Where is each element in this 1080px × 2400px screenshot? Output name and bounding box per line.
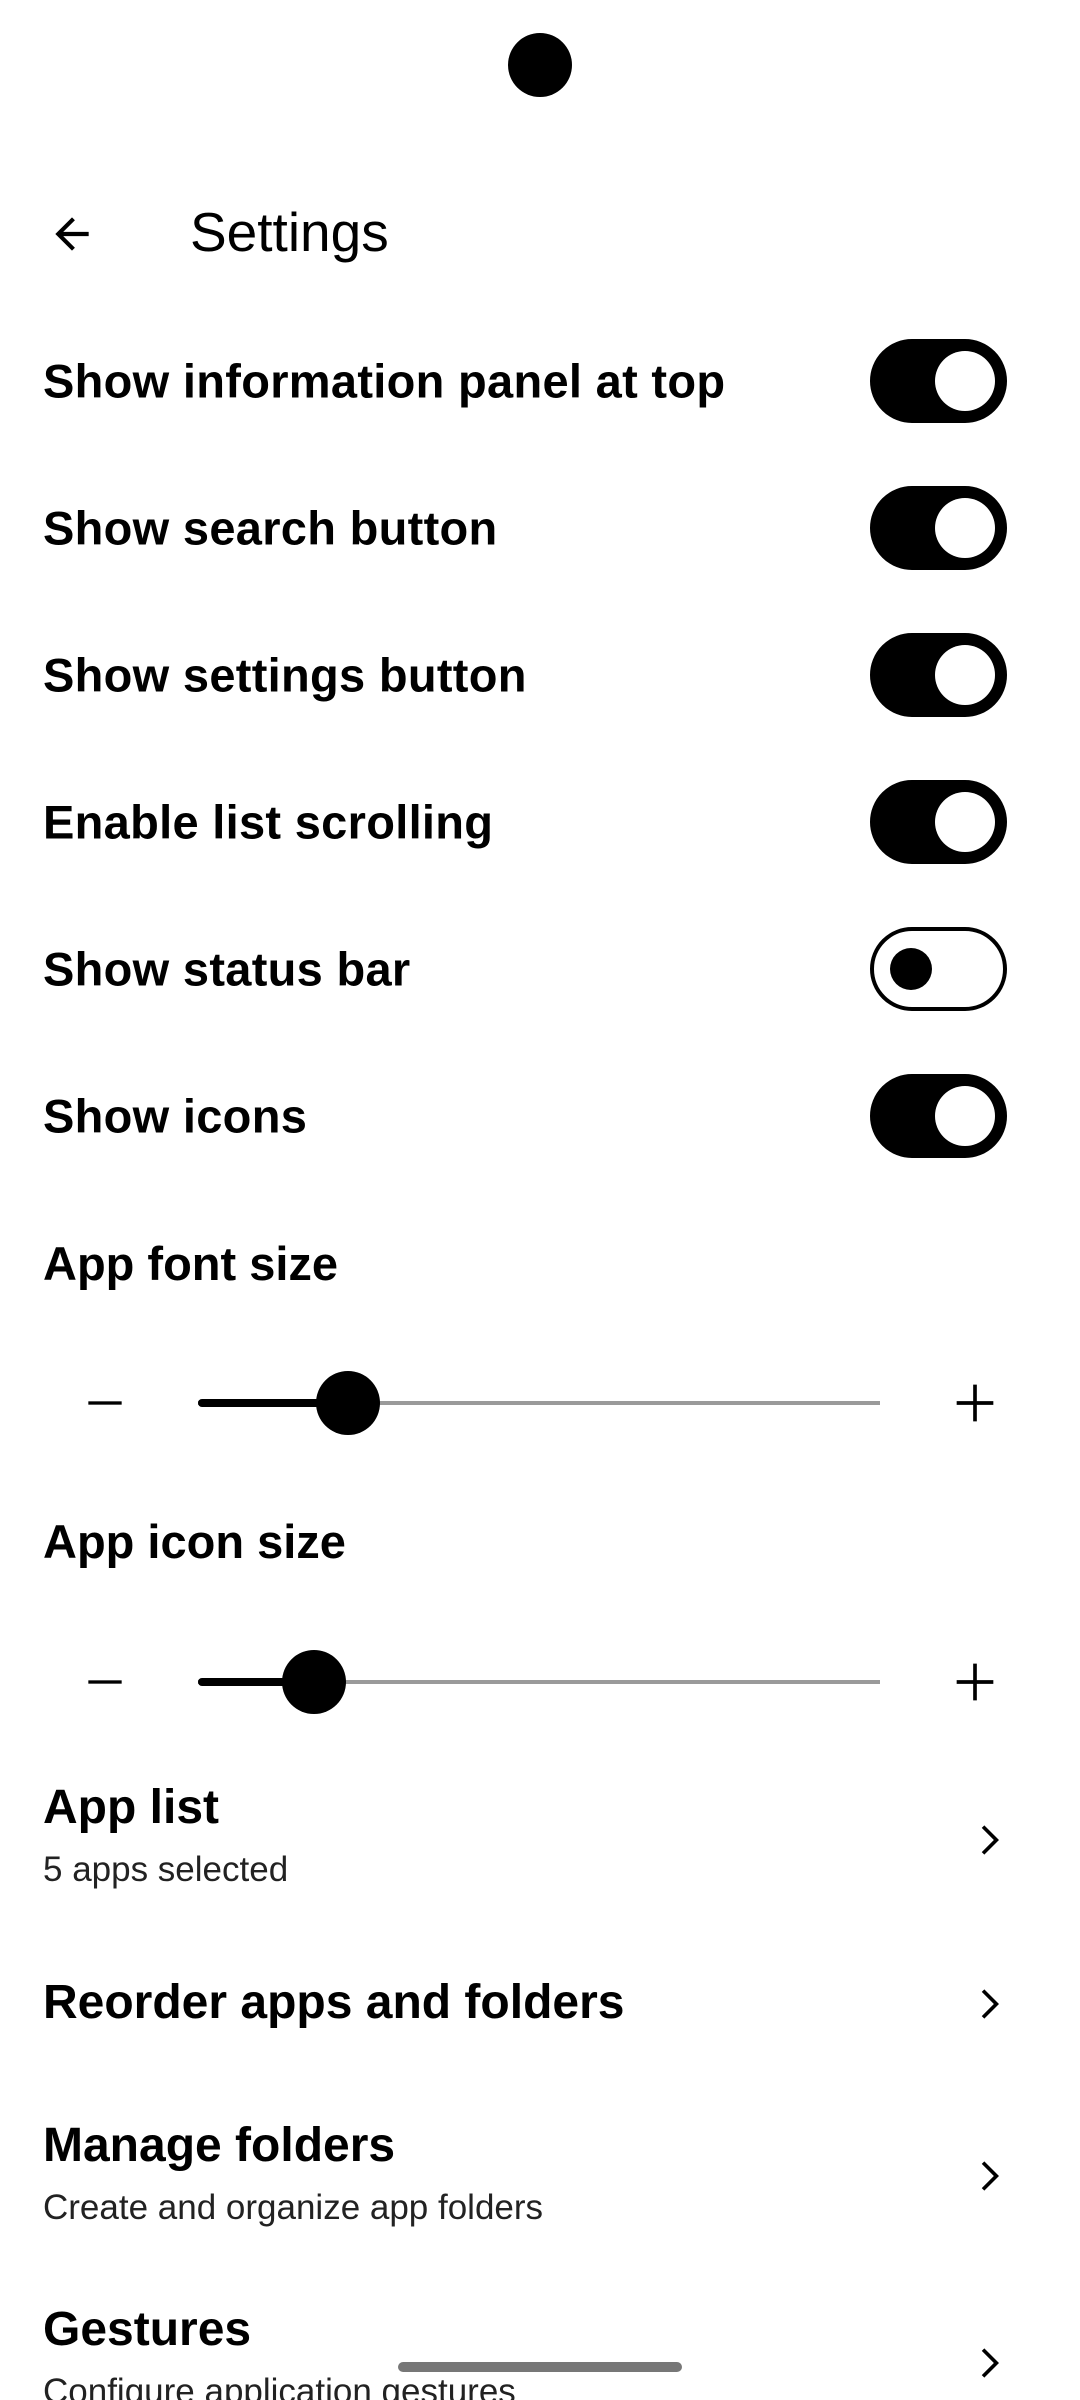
- nav-item-title: Manage folders: [43, 2119, 396, 2172]
- chevron-right-icon: [963, 1974, 1013, 2034]
- toggle-row-search-button[interactable]: Show search button: [0, 454, 1080, 601]
- nav-item-title: App list: [43, 1781, 219, 1834]
- arrow-left-icon: [55, 217, 89, 251]
- plus-icon: [956, 1384, 994, 1422]
- toggle-row-list-scrolling[interactable]: Enable list scrolling: [0, 748, 1080, 895]
- nav-item-reorder-apps[interactable]: Reorder apps and folders: [0, 1970, 1080, 2070]
- app-bar: Settings: [0, 180, 1080, 284]
- decrease-icon-size-button[interactable]: [60, 1632, 150, 1732]
- chevron-right-icon: [963, 2146, 1013, 2206]
- toggle-label: Enable list scrolling: [43, 795, 494, 848]
- plus-icon: [956, 1663, 994, 1701]
- switch-thumb: [935, 497, 995, 558]
- nav-item-manage-folders[interactable]: Manage folders Create and organize app f…: [0, 2110, 1080, 2250]
- switch-thumb: [890, 947, 932, 990]
- toggle-label: Show icons: [43, 1089, 308, 1142]
- nav-item-subtitle: Create and organize app folders: [43, 2188, 544, 2227]
- status-bar-switch[interactable]: [870, 926, 1007, 1011]
- nav-item-subtitle: 5 apps selected: [43, 1850, 289, 1889]
- gesture-navigation-bar[interactable]: [398, 2362, 682, 2372]
- slider-thumb[interactable]: [281, 1650, 346, 1714]
- switch-thumb: [935, 791, 995, 852]
- nav-item-app-list[interactable]: App list 5 apps selected: [0, 1770, 1080, 1910]
- minus-icon: [88, 1680, 122, 1684]
- increase-font-size-button[interactable]: [930, 1353, 1020, 1453]
- minus-icon: [88, 1401, 122, 1405]
- toggle-row-info-panel[interactable]: Show information panel at top: [0, 307, 1080, 454]
- decrease-font-size-button[interactable]: [60, 1353, 150, 1453]
- search-button-switch[interactable]: [870, 485, 1007, 570]
- chevron-right-icon: [963, 1810, 1013, 1870]
- toggle-label: Show search button: [43, 501, 498, 554]
- toggle-row-show-icons[interactable]: Show icons: [0, 1042, 1080, 1189]
- slider-thumb[interactable]: [316, 1371, 381, 1435]
- nav-item-gestures[interactable]: Gestures Configure application gestures: [0, 2300, 1080, 2400]
- icon-size-slider-row: [0, 1632, 1080, 1732]
- back-button[interactable]: [30, 192, 114, 276]
- page-title: Settings: [190, 201, 389, 263]
- font-size-slider[interactable]: [198, 1371, 880, 1435]
- switch-thumb: [935, 350, 995, 411]
- toggle-row-status-bar[interactable]: Show status bar: [0, 895, 1080, 1042]
- settings-button-switch[interactable]: [870, 632, 1007, 717]
- icon-size-label: App icon size: [43, 1515, 346, 1568]
- increase-icon-size-button[interactable]: [930, 1632, 1020, 1732]
- show-icons-switch[interactable]: [870, 1073, 1007, 1158]
- toggle-row-settings-button[interactable]: Show settings button: [0, 601, 1080, 748]
- front-camera: [508, 33, 572, 97]
- nav-item-title: Gestures: [43, 2303, 252, 2356]
- nav-item-title: Reorder apps and folders: [43, 1976, 625, 2029]
- font-size-slider-row: [0, 1353, 1080, 1453]
- switch-thumb: [935, 644, 995, 705]
- nav-item-subtitle: Configure application gestures: [43, 2372, 516, 2400]
- chevron-right-icon: [963, 2333, 1013, 2393]
- info-panel-switch[interactable]: [870, 338, 1007, 423]
- toggle-label: Show information panel at top: [43, 354, 726, 407]
- font-size-label: App font size: [43, 1237, 339, 1290]
- switch-thumb: [935, 1085, 995, 1146]
- icon-size-slider[interactable]: [198, 1650, 880, 1714]
- toggle-label: Show settings button: [43, 648, 527, 701]
- list-scrolling-switch[interactable]: [870, 779, 1007, 864]
- toggle-label: Show status bar: [43, 942, 411, 995]
